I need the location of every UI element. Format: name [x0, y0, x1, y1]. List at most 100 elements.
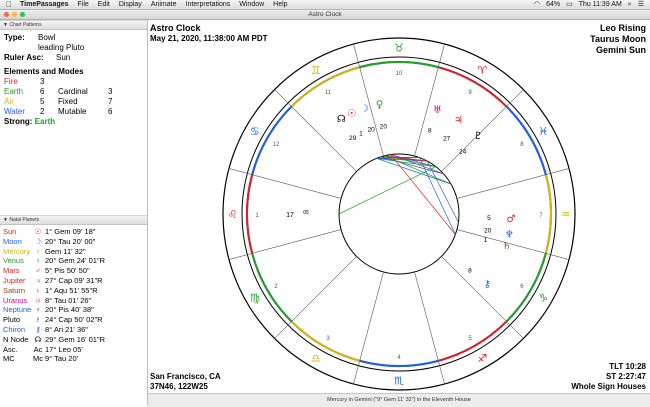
chart-planet-icon[interactable]: ☽ — [360, 103, 369, 114]
search-icon[interactable]: ⌕ — [628, 0, 632, 9]
house-cusp-line — [414, 271, 445, 385]
chart-planet-degree: 20 — [380, 123, 388, 130]
planet-position: 1° Gem 09' 18" — [45, 227, 96, 236]
menu-help[interactable]: Help — [273, 0, 287, 9]
element-count: 6 — [40, 87, 45, 96]
planet-row[interactable]: N Node ☊ 29° Gem 16' 01"R — [0, 335, 147, 345]
chart-planet-icon[interactable]: ♂ — [506, 214, 515, 225]
zodiac-sign-icon[interactable]: ♓ — [538, 125, 548, 138]
house-cusp-line — [456, 168, 570, 199]
planet-glyph-icon: ♄ — [35, 285, 41, 295]
element-name: Air — [4, 97, 14, 106]
element-name: Earth — [4, 87, 24, 96]
zodiac-sign-icon[interactable]: ♉ — [394, 42, 404, 55]
battery-icon[interactable]: ▭ — [566, 0, 573, 9]
planet-name: Pluto — [3, 315, 21, 325]
battery-percent[interactable]: 64% — [546, 0, 560, 9]
mode-name: Mutable — [58, 107, 87, 116]
planet-row[interactable]: Saturn ♄ 1° Aqu 51' 55"R — [0, 286, 147, 296]
planet-name: Asc. — [3, 344, 18, 354]
planet-position: 20° Tau 20' 00" — [45, 236, 96, 246]
natal-planets-header[interactable]: ▼ Natal Planets — [0, 215, 147, 225]
chart-planet-degree: 8 — [468, 267, 472, 274]
planet-row[interactable]: MC Mc 9° Tau 20' — [0, 354, 147, 364]
chart-planet-icon[interactable]: ♄ — [502, 241, 511, 252]
mode-name — [58, 77, 108, 87]
sign-arc — [359, 61, 439, 69]
wifi-icon[interactable]: ◠ — [534, 0, 540, 9]
natal-planets-panel: ▼ Natal Planets Sun ☉ 1° Gem 09' 18" Moon ☽ 2… — [0, 215, 147, 364]
element-row: Water 2 Mutable 6 — [4, 107, 143, 117]
left-pane: ▼ Chart Patterns Type: Bowl leading Pluto… — [0, 20, 148, 406]
planet-name: Mars — [3, 266, 20, 276]
zodiac-sign-icon[interactable]: ♎ — [311, 352, 321, 365]
planet-row[interactable]: Jupiter ♃ 27° Cap 09' 31"R — [0, 276, 147, 286]
chart-patterns-header[interactable]: ▼ Chart Patterns — [0, 20, 147, 30]
menu-display[interactable]: Display — [119, 0, 142, 9]
astro-wheel[interactable]: ♉ ♈ ♓ ♒ ♑ ♐ ♏ ♎ ♍ ♌ ♋ ♊ 10 9 8 7 6 5 4 3 2 1 12 11 ☽ 20 ♀ 20 ☉ 1 ☊ 29… — [148, 20, 650, 393]
planet-glyph-icon: Mc — [33, 354, 43, 364]
menu-app[interactable]: TimePassages — [20, 0, 69, 9]
zodiac-sign-icon[interactable]: ♌ — [228, 208, 238, 221]
zodiac-sign-icon[interactable]: ♏ — [394, 375, 404, 388]
chart-planet-degree: 1 — [484, 237, 488, 244]
planet-position: Gem 11' 32" — [45, 246, 86, 256]
mode-count: 6 — [108, 107, 113, 116]
planet-row[interactable]: Sun ☉ 1° Gem 09' 18" — [0, 227, 147, 237]
chart-planet-icon[interactable]: ♃ — [454, 115, 463, 126]
planet-row[interactable]: Mars ♂ 5° Pis 50' 50" — [0, 266, 147, 276]
chart-planet-degree: 24 — [459, 148, 467, 155]
planet-glyph-icon: Ac — [33, 344, 43, 354]
sign-arc — [438, 320, 508, 362]
zodiac-sign-icon[interactable]: ♑ — [538, 291, 548, 304]
planet-name: Chiron — [3, 324, 26, 334]
menu-animate[interactable]: Animate — [151, 0, 177, 9]
house-number: 4 — [397, 355, 401, 361]
menu-edit[interactable]: Edit — [98, 0, 110, 9]
house-cusp-line — [441, 256, 524, 339]
house-number: 3 — [326, 336, 330, 342]
element-count: 2 — [40, 107, 45, 116]
menu-window[interactable]: Window — [239, 0, 264, 9]
chart-patterns-panel: Type: Bowl leading Pluto Ruler Asc: Sun El… — [0, 30, 147, 130]
strong-label: Strong: — [4, 117, 33, 126]
house-number: 12 — [273, 142, 280, 148]
menubar-clock[interactable]: Thu 11:39 AM — [579, 0, 622, 9]
planet-name: N Node — [3, 334, 29, 344]
planet-row[interactable]: Asc. Ac 17° Leo 05' — [0, 345, 147, 355]
house-cusp-line — [228, 168, 342, 199]
chart-planet-icon[interactable]: ♇ — [474, 131, 483, 142]
menu-file[interactable]: File — [78, 0, 89, 9]
zodiac-sign-icon[interactable]: ♋ — [250, 125, 260, 138]
zodiac-sign-icon[interactable]: ♊ — [311, 64, 321, 77]
zodiac-sign-icon[interactable]: ♐ — [477, 352, 487, 365]
planet-row[interactable]: Chiron ⚷ 8° Ari 21' 36" — [0, 325, 147, 335]
ruler-label: Ruler Asc: — [4, 53, 44, 62]
chart-planet-icon[interactable]: ♅ — [433, 105, 442, 116]
chart-planet-icon[interactable]: ⚷ — [484, 279, 491, 290]
planet-row[interactable]: Venus ♀ 20° Gem 24' 01"R — [0, 256, 147, 266]
zodiac-sign-icon[interactable]: ♍ — [250, 291, 260, 304]
planet-glyph-icon: ♀ — [35, 256, 41, 266]
zodiac-sign-icon[interactable]: ♈ — [477, 64, 487, 77]
planet-list: Sun ☉ 1° Gem 09' 18" Moon ☽ 20° Tau 20' 00" Me… — [0, 225, 147, 364]
chart-planet-icon[interactable]: ☊ — [337, 114, 346, 125]
planet-row[interactable]: Uranus ♅ 8° Tau 01' 26" — [0, 296, 147, 306]
planet-row[interactable]: Mercury ☿ Gem 11' 32" — [0, 247, 147, 257]
planet-name: Saturn — [3, 285, 26, 295]
apple-icon[interactable]:  — [6, 0, 12, 9]
asc-minutes: 05 — [303, 210, 309, 216]
zodiac-sign-icon[interactable]: ♒ — [561, 208, 571, 221]
inner-circle — [338, 153, 460, 275]
menu-list-icon[interactable]: ☰ — [638, 0, 644, 9]
chart-planet-icon[interactable]: ☉ — [347, 108, 356, 119]
chart-planet-degree: 5 — [487, 215, 491, 222]
planet-row[interactable]: Pluto ♇ 24° Cap 50' 02"R — [0, 315, 147, 325]
menu-interpretations[interactable]: Interpretations — [186, 0, 231, 9]
planet-row[interactable]: Moon ☽ 20° Tau 20' 00" — [0, 237, 147, 247]
planet-row[interactable]: Neptune ♆ 20° Pis 40' 38" — [0, 305, 147, 315]
chart-planet-icon[interactable]: ♆ — [505, 229, 514, 240]
chart-planet-icon[interactable]: ♀ — [376, 100, 383, 111]
house-cusp-line — [414, 43, 445, 157]
menu-bar:  TimePassages File Edit Display Animate… — [0, 0, 650, 10]
